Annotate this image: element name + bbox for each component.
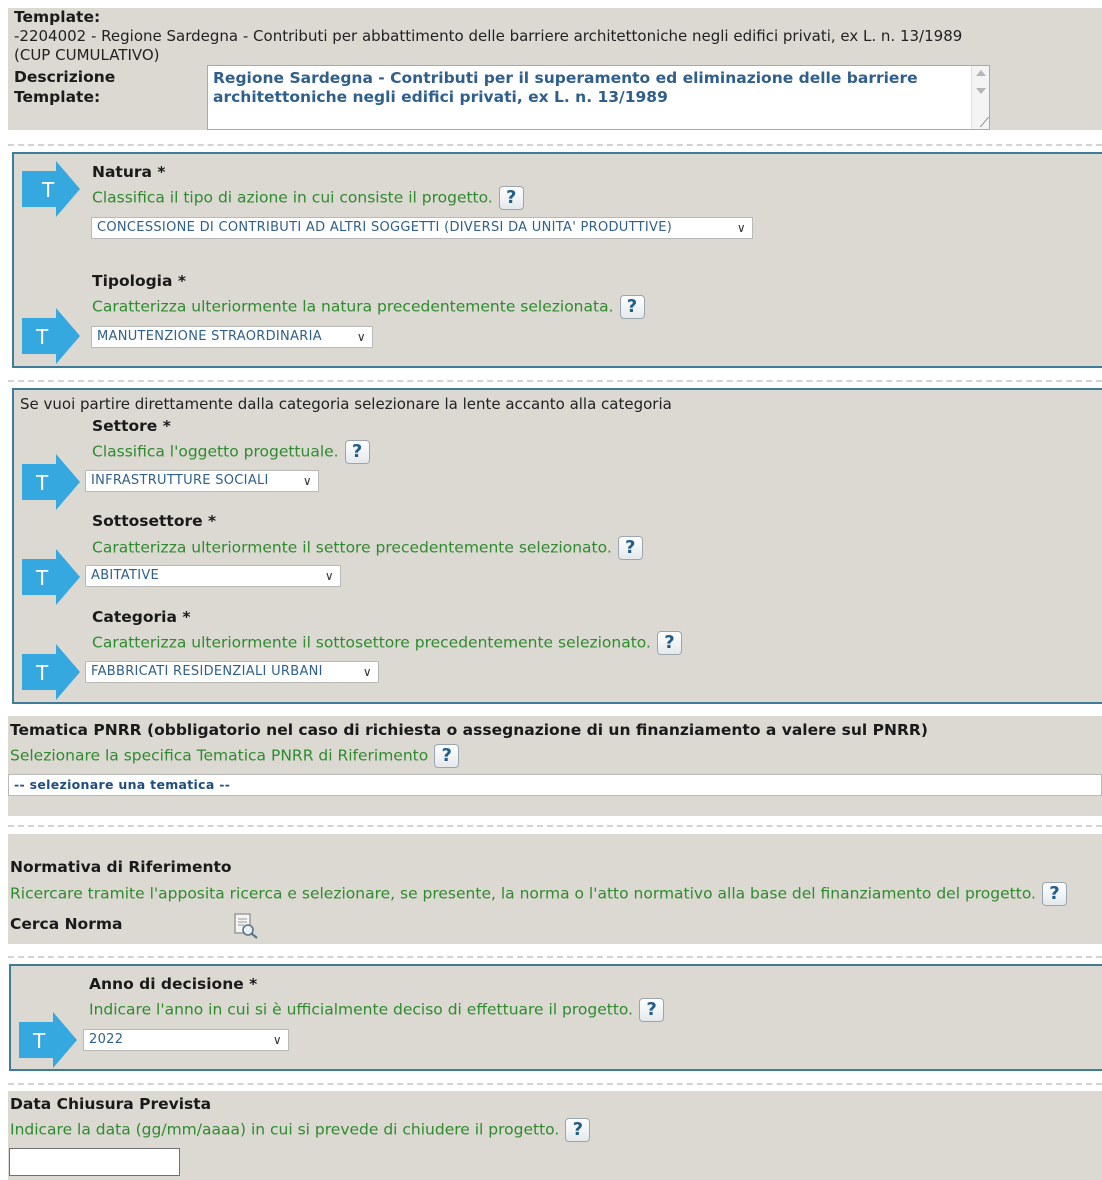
help-icon[interactable]: ? bbox=[344, 440, 370, 464]
chiusura-label: Data Chiusura Prevista bbox=[10, 1095, 212, 1113]
data-chiusura-input[interactable] bbox=[9, 1148, 180, 1176]
cerca-norma-label: Cerca Norma bbox=[10, 915, 123, 933]
descrizione-label: Descrizione bbox=[14, 68, 116, 86]
separator bbox=[8, 380, 1102, 382]
descrizione-text-2: architettoniche negli edifici privati, e… bbox=[213, 88, 668, 106]
template-label: Template: bbox=[14, 8, 101, 26]
natura-select-value: CONCESSIONE DI CONTRIBUTI AD ALTRI SOGGE… bbox=[97, 220, 673, 235]
pnrr-select-value: -- selezionare una tematica -- bbox=[14, 777, 231, 792]
anno-hint: Indicare l'anno in cui si è ufficialment… bbox=[89, 1000, 634, 1019]
normativa-hint: Ricercare tramite l'apposita ricerca e s… bbox=[10, 884, 1036, 903]
sottosettore-hint: Caratterizza ulteriormente il settore pr… bbox=[92, 538, 612, 557]
chevron-down-icon: ∨ bbox=[302, 474, 312, 488]
tipologia-hint: Caratterizza ulteriormente la natura pre… bbox=[92, 297, 614, 316]
template-value-cup: (CUP CUMULATIVO) bbox=[14, 46, 160, 64]
svg-text:T: T bbox=[35, 566, 49, 590]
pnrr-select[interactable]: -- selezionare una tematica -- bbox=[8, 774, 1102, 796]
t-arrow-icon: T bbox=[22, 549, 80, 605]
category-intro: Se vuoi partire direttamente dalla categ… bbox=[20, 395, 672, 413]
descrizione-textarea[interactable]: Regione Sardegna - Contributi per il sup… bbox=[207, 65, 990, 130]
scroll-up-icon[interactable] bbox=[976, 70, 986, 76]
chevron-down-icon: ∨ bbox=[324, 569, 334, 583]
normativa-label: Normativa di Riferimento bbox=[10, 858, 232, 876]
separator bbox=[8, 825, 1102, 827]
chevron-down-icon: ∨ bbox=[362, 665, 372, 679]
help-icon[interactable]: ? bbox=[619, 295, 645, 319]
help-icon[interactable]: ? bbox=[498, 186, 524, 210]
settore-hint: Classifica l'oggetto progettuale. bbox=[92, 442, 339, 461]
svg-text:T: T bbox=[41, 178, 55, 202]
categoria-select-value: FABBRICATI RESIDENZIALI URBANI bbox=[91, 664, 323, 679]
descrizione-label-2: Template: bbox=[14, 88, 101, 106]
help-icon[interactable]: ? bbox=[617, 536, 643, 560]
natura-label: Natura * bbox=[92, 163, 166, 181]
document-search-icon[interactable] bbox=[232, 912, 260, 940]
categoria-select[interactable]: FABBRICATI RESIDENZIALI URBANI ∨ bbox=[85, 661, 379, 683]
svg-text:T: T bbox=[35, 471, 49, 495]
chevron-down-icon: ∨ bbox=[272, 1033, 282, 1047]
chevron-down-icon: ∨ bbox=[356, 330, 366, 344]
chiusura-hint-row: Indicare la data (gg/mm/aaaa) in cui si … bbox=[10, 1118, 591, 1142]
separator bbox=[8, 144, 1102, 146]
pnrr-hint-row: Selezionare la specifica Tematica PNRR d… bbox=[10, 744, 460, 768]
sottosettore-select[interactable]: ABITATIVE ∨ bbox=[85, 565, 341, 587]
template-value: -2204002 - Regione Sardegna - Contributi… bbox=[14, 27, 963, 45]
pnrr-label: Tematica PNRR (obbligatorio nel caso di … bbox=[10, 721, 928, 739]
normativa-hint-row: Ricercare tramite l'apposita ricerca e s… bbox=[10, 882, 1067, 906]
help-icon[interactable]: ? bbox=[639, 998, 665, 1022]
anno-hint-row: Indicare l'anno in cui si è ufficialment… bbox=[89, 998, 665, 1022]
tipologia-hint-row: Caratterizza ulteriormente la natura pre… bbox=[92, 295, 645, 319]
separator bbox=[8, 1083, 1102, 1085]
pnrr-hint: Selezionare la specifica Tematica PNRR d… bbox=[10, 746, 429, 765]
anno-select-value: 2022 bbox=[89, 1032, 124, 1047]
t-arrow-icon: T bbox=[22, 161, 80, 217]
settore-select-value: INFRASTRUTTURE SOCIALI bbox=[91, 473, 269, 488]
t-arrow-icon: T bbox=[19, 1012, 77, 1068]
t-arrow-icon: T bbox=[22, 454, 80, 510]
categoria-hint-row: Caratterizza ulteriormente il sottosetto… bbox=[92, 631, 682, 655]
settore-hint-row: Classifica l'oggetto progettuale.? bbox=[92, 440, 370, 464]
tipologia-select[interactable]: MANUTENZIONE STRAORDINARIA ∨ bbox=[91, 326, 373, 348]
anno-select[interactable]: 2022 ∨ bbox=[83, 1029, 289, 1051]
help-icon[interactable]: ? bbox=[656, 631, 682, 655]
natura-hint-row: Classifica il tipo di azione in cui cons… bbox=[92, 186, 524, 210]
settore-label: Settore * bbox=[92, 417, 171, 435]
separator bbox=[8, 956, 1102, 958]
help-icon[interactable]: ? bbox=[434, 744, 460, 768]
settore-select[interactable]: INFRASTRUTTURE SOCIALI ∨ bbox=[85, 470, 319, 492]
t-arrow-icon: T bbox=[22, 308, 80, 364]
help-icon[interactable]: ? bbox=[565, 1118, 591, 1142]
t-arrow-icon: T bbox=[22, 644, 80, 700]
chevron-down-icon: ∨ bbox=[736, 221, 746, 235]
sottosettore-select-value: ABITATIVE bbox=[91, 568, 160, 583]
svg-text:T: T bbox=[35, 325, 49, 349]
tipologia-label: Tipologia * bbox=[92, 272, 186, 290]
anno-label: Anno di decisione * bbox=[89, 975, 258, 993]
svg-text:T: T bbox=[35, 661, 49, 685]
categoria-label: Categoria * bbox=[92, 608, 191, 626]
tipologia-select-value: MANUTENZIONE STRAORDINARIA bbox=[97, 329, 322, 344]
scroll-down-icon[interactable] bbox=[976, 88, 986, 94]
sottosettore-label: Sottosettore * bbox=[92, 512, 217, 530]
categoria-hint: Caratterizza ulteriormente il sottosetto… bbox=[92, 633, 651, 652]
svg-text:T: T bbox=[32, 1029, 46, 1053]
natura-hint: Classifica il tipo di azione in cui cons… bbox=[92, 188, 493, 207]
chiusura-hint: Indicare la data (gg/mm/aaaa) in cui si … bbox=[10, 1120, 560, 1139]
help-icon[interactable]: ? bbox=[1041, 882, 1067, 906]
sottosettore-hint-row: Caratterizza ulteriormente il settore pr… bbox=[92, 536, 643, 560]
descrizione-text: Regione Sardegna - Contributi per il sup… bbox=[213, 69, 918, 87]
natura-select[interactable]: CONCESSIONE DI CONTRIBUTI AD ALTRI SOGGE… bbox=[91, 217, 753, 239]
